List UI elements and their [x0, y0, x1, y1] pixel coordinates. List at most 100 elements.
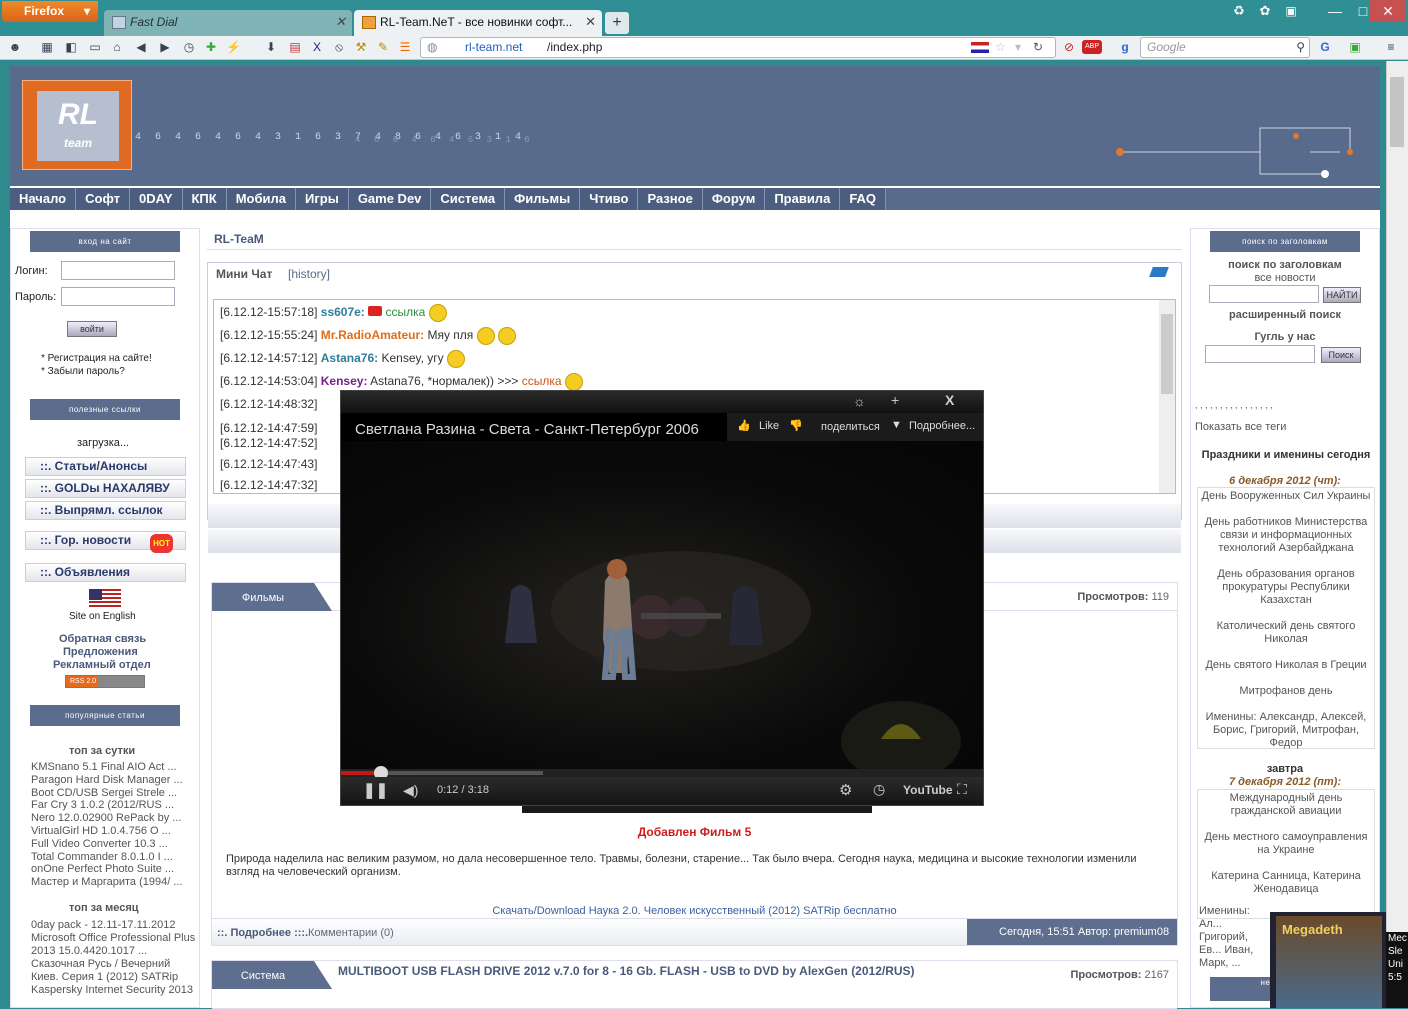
feedback-link[interactable]: Обратная связь — [59, 633, 146, 645]
top-day-item[interactable]: Boot CD/USB Sergei Strele ... — [31, 787, 177, 799]
video-progress[interactable] — [341, 766, 983, 780]
video-frame[interactable] — [341, 441, 983, 781]
post-category[interactable]: Система — [212, 961, 332, 989]
menu-item-forum[interactable]: Форум — [702, 188, 766, 210]
wrench-icon[interactable]: ⚒ — [354, 40, 368, 54]
google-search-button[interactable]: Поиск — [1321, 347, 1361, 363]
google-toolbar-icon[interactable]: G — [1318, 40, 1332, 54]
search-icon[interactable]: ⚲ — [1296, 38, 1305, 57]
menu-item-0day[interactable]: 0DAY — [130, 188, 183, 210]
top-day-item[interactable]: Nero 12.0.02900 RePack by ... — [31, 812, 181, 824]
close-tab-icon[interactable]: ✕ — [585, 10, 596, 34]
read-more-link[interactable]: ::. Подробнее :::. — [217, 927, 308, 939]
password-input[interactable] — [61, 287, 175, 306]
forgot-password-link[interactable]: * Забыли пароль? — [41, 366, 125, 377]
settings-sun-icon[interactable]: ☼ — [853, 393, 866, 409]
x-tools-icon[interactable]: X — [310, 40, 324, 54]
like-button[interactable]: Like — [759, 420, 779, 432]
search-input[interactable]: Google ⚲ — [1140, 37, 1310, 58]
proposals-link[interactable]: Предложения — [63, 646, 138, 658]
new-tab-button[interactable]: + — [605, 12, 629, 34]
grid-icon[interactable]: ▦ — [40, 40, 54, 54]
window-icon[interactable]: ▭ — [88, 40, 102, 54]
close-tab-icon[interactable]: ✕ — [335, 10, 346, 34]
title-search-input[interactable] — [1209, 285, 1319, 303]
reload-icon[interactable]: ↻ — [1033, 38, 1043, 57]
dislike-icon[interactable]: 👎 — [789, 419, 803, 432]
top-month-item[interactable]: Microsoft Office Professional Plus — [31, 932, 195, 944]
menu-item-misc[interactable]: Разное — [638, 188, 703, 210]
all-tags-link[interactable]: Показать все теги — [1195, 421, 1286, 434]
top-day-item[interactable]: Мастер и Маргарита (1994/ ... — [31, 876, 183, 888]
menu-item-system[interactable]: Система — [431, 188, 506, 210]
url-bar[interactable]: ◍ rl-team.net /index.php ☆ ▾ ↻ — [420, 37, 1056, 58]
block-icon[interactable]: ⊘ — [1062, 40, 1076, 54]
login-button[interactable]: войти — [67, 321, 117, 337]
volume-icon[interactable]: ◀) — [403, 782, 418, 799]
share-button[interactable]: поделиться — [821, 421, 880, 433]
download-icon[interactable]: ⬇ — [264, 40, 278, 54]
menu-item-faq[interactable]: FAQ — [840, 188, 887, 210]
google-search-input[interactable] — [1205, 345, 1315, 363]
stop-icon[interactable]: ⦸ — [332, 40, 346, 54]
link-hot-news[interactable]: ::. Гор. новости HOT — [25, 531, 186, 553]
menu-item-rules[interactable]: Правила — [765, 188, 841, 210]
video-title[interactable]: Светлана Разина - Света - Санкт-Петербур… — [355, 421, 699, 438]
page-scrollbar[interactable] — [1386, 61, 1408, 1008]
top-month-item[interactable]: 2013 15.0.4420.1017 ... — [31, 945, 147, 957]
pause-icon[interactable]: ❚❚ — [363, 781, 388, 799]
top-day-item[interactable]: Paragon Hard Disk Manager ... — [31, 774, 183, 786]
top-day-item[interactable]: VirtualGirl HD 1.0.4.756 O ... — [31, 825, 171, 837]
top-day-item[interactable]: onOne Perfect Photo Suite ... — [31, 863, 174, 875]
like-icon[interactable]: 👍 — [737, 419, 751, 432]
menu-item-films[interactable]: Фильмы — [505, 188, 581, 210]
rss-badge[interactable]: RSS 2.0 — [65, 675, 145, 688]
top-month-item[interactable]: 0day pack - 12.11-17.11.2012 — [31, 919, 176, 931]
us-flag-icon[interactable] — [89, 589, 121, 609]
chat-refresh-icon[interactable] — [1149, 267, 1169, 277]
flash-icon[interactable]: ⚡ — [226, 40, 241, 54]
menu-item-home[interactable]: Начало — [10, 188, 77, 210]
addon-green-icon[interactable]: ✚ — [204, 40, 218, 54]
fullscreen-icon[interactable]: ⛶ — [957, 781, 967, 798]
colors-icon[interactable]: ◧ — [64, 40, 78, 54]
bookmark-star-icon[interactable]: ☆ — [995, 38, 1006, 57]
find-button[interactable]: НАЙТИ — [1323, 287, 1361, 303]
menu-icon[interactable]: ≡ — [1384, 40, 1398, 54]
dropdown-icon[interactable]: ▾ — [1015, 38, 1021, 57]
top-month-item[interactable]: Сказочная Русь / Вечерний — [31, 958, 170, 970]
adblock-icon[interactable]: ABP — [1082, 40, 1102, 54]
firefox-menu-button[interactable]: Firefox ▾ — [2, 1, 98, 22]
menu-item-gamedev[interactable]: Game Dev — [348, 188, 432, 210]
video-player-popup[interactable]: ☼ + X Светлана Разина - Света - Санкт-Пе… — [340, 390, 984, 806]
tag-cloud[interactable]: , , , , , , , , , , , , , , , , — [1195, 399, 1273, 412]
user-icon[interactable]: ☻ — [8, 40, 22, 54]
menu-item-games[interactable]: Игры — [296, 188, 349, 210]
watch-later-icon[interactable]: ◷ — [873, 781, 885, 798]
link-golds[interactable]: ::. GOLDы НАХАЛЯВУ — [25, 479, 186, 498]
panorama-icon[interactable]: ▣ — [1276, 0, 1306, 22]
clipboard-icon[interactable]: ▤ — [288, 40, 302, 54]
english-link[interactable]: Site on English — [69, 611, 136, 622]
top-day-item[interactable]: Total Commander 8.0.1.0 I ... — [31, 851, 173, 863]
history-icon[interactable]: ◷ — [182, 40, 196, 54]
link-articles[interactable]: ::. Статьи/Анонсы — [25, 457, 186, 476]
chat-link[interactable]: ссылка — [522, 374, 562, 388]
post-title[interactable]: MULTIBOOT USB FLASH DRIVE 2012 v.7.0 for… — [338, 964, 978, 978]
rss-icon[interactable]: ☰ — [398, 40, 412, 54]
site-logo[interactable]: RL team — [22, 80, 132, 170]
tab-rl-team[interactable]: RL-Team.NeT - все новинки софт... ✕ — [354, 10, 602, 36]
menu-item-mobile[interactable]: Мобила — [226, 188, 296, 210]
minimize-button[interactable]: — — [1320, 0, 1350, 22]
home-icon[interactable]: ⌂ — [110, 40, 124, 54]
register-link[interactable]: * Регистрация на сайте! — [41, 353, 152, 364]
brush-icon[interactable]: ✎ — [376, 40, 390, 54]
link-straight-links[interactable]: ::. Выпрямл. ссылок — [25, 501, 186, 520]
comments-link[interactable]: Комментарии (0) — [308, 927, 394, 939]
chevron-down-icon[interactable]: ▼ — [891, 419, 902, 431]
addon-box-icon[interactable]: ▣ — [1348, 40, 1362, 54]
top-day-item[interactable]: KMSnano 5.1 Final AIO Act ... — [31, 761, 177, 773]
download-link[interactable]: Скачать/Download Наука 2.0. Человек иску… — [212, 905, 1177, 917]
ads-link[interactable]: Рекламный отдел — [53, 659, 151, 671]
chat-history-link[interactable]: [history] — [288, 267, 330, 281]
